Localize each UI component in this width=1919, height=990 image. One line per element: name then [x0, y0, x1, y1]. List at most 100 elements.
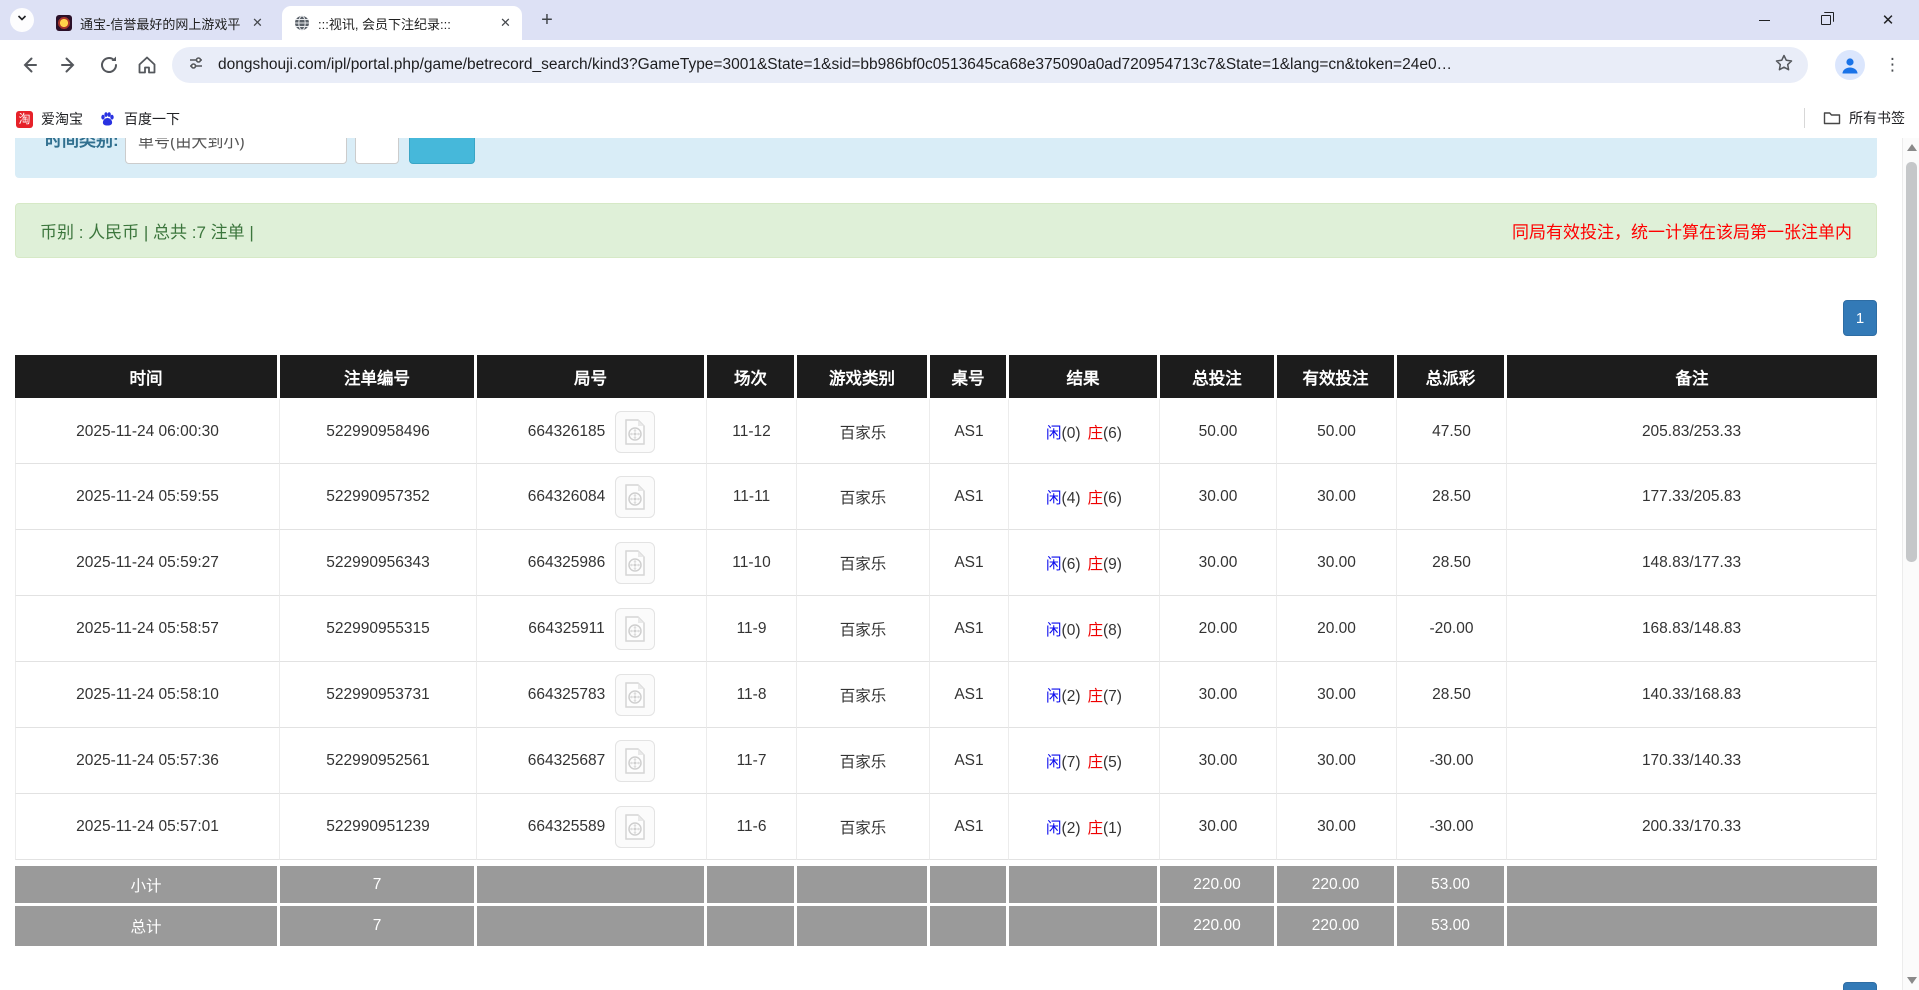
- bookmark-star-icon[interactable]: [1774, 53, 1794, 78]
- total-bet-cell[interactable]: 30.00: [1160, 794, 1277, 860]
- round-id-cell: 664325589: [477, 794, 707, 860]
- search-button[interactable]: [409, 138, 475, 164]
- column-header: 总派彩: [1397, 355, 1507, 398]
- table-id-cell: AS1: [930, 398, 1009, 464]
- pagination-page-1-bottom[interactable]: 1: [1843, 982, 1877, 990]
- window-minimize-button[interactable]: [1733, 0, 1795, 40]
- total-bet-cell[interactable]: 30.00: [1160, 662, 1277, 728]
- url-text: dongshouji.com/ipl/portal.php/game/betre…: [218, 56, 1453, 73]
- bet-id-cell: 522990952561: [280, 728, 477, 794]
- summary-bar: 币别 : 人民币 | 总共 :7 注单 | 同局有效投注，统一计算在该局第一张注…: [15, 203, 1877, 258]
- site-info-icon[interactable]: [188, 55, 204, 76]
- close-icon[interactable]: ✕: [497, 15, 514, 32]
- total-bet-cell[interactable]: 30.00: [1160, 728, 1277, 794]
- total-row-cell: 总计: [15, 903, 280, 946]
- result-cell: 闲(6) 庄(9): [1009, 530, 1160, 596]
- table-row: 2025-11-24 05:58:57 522990955315 664325911…: [15, 596, 1877, 662]
- scroll-up-icon[interactable]: [1907, 144, 1917, 151]
- scrollbar-thumb[interactable]: [1906, 162, 1917, 562]
- replay-video-icon[interactable]: [614, 607, 655, 650]
- all-bookmarks-button[interactable]: 所有书签: [1804, 108, 1905, 128]
- column-header: 局号: [477, 355, 707, 398]
- banker-score: (7): [1103, 687, 1122, 705]
- replay-video-icon[interactable]: [615, 410, 656, 453]
- total-bet-cell[interactable]: 30.00: [1160, 530, 1277, 596]
- table-row: 2025-11-24 05:58:10 522990953731 664325783…: [15, 662, 1877, 728]
- valid-bet-cell: 50.00: [1277, 398, 1397, 464]
- tab-tongbao[interactable]: 通宝-信誉最好的网上游戏平台 ✕: [44, 6, 274, 40]
- scroll-down-icon[interactable]: [1907, 977, 1917, 984]
- bookmark-baidu[interactable]: 百度一下: [91, 105, 188, 133]
- pagination-page-1[interactable]: 1: [1843, 300, 1877, 336]
- url-bar[interactable]: dongshouji.com/ipl/portal.php/game/betre…: [172, 47, 1808, 83]
- back-button[interactable]: [12, 48, 46, 82]
- subtotal-row-cell: 7: [280, 860, 477, 903]
- tab-strip: 通宝-信誉最好的网上游戏平台 ✕ :::视讯, 会员下注纪录::: ✕ + ✕: [0, 0, 1919, 40]
- close-icon[interactable]: ✕: [249, 15, 266, 32]
- bet-id-cell: 522990951239: [280, 794, 477, 860]
- new-tab-button[interactable]: +: [534, 8, 560, 34]
- player-label: 闲: [1046, 555, 1062, 573]
- player-label: 闲: [1046, 753, 1062, 771]
- replay-video-icon[interactable]: [615, 805, 656, 848]
- game-type-cell: 百家乐: [797, 596, 930, 662]
- replay-video-icon[interactable]: [615, 739, 656, 782]
- forward-button[interactable]: [52, 48, 86, 82]
- session-cell: 11-6: [707, 794, 797, 860]
- session-cell: 11-8: [707, 662, 797, 728]
- player-score: (0): [1061, 424, 1081, 442]
- table-row: 2025-11-24 05:57:36 522990952561 664325687…: [15, 728, 1877, 794]
- subtotal-row-cell: 220.00: [1160, 860, 1277, 903]
- bookmark-aitaobao[interactable]: 淘 爱淘宝: [8, 105, 91, 133]
- round-id-cell: 664326185: [477, 398, 707, 464]
- tab-search-button[interactable]: [10, 8, 34, 32]
- total-bet-cell[interactable]: 50.00: [1160, 398, 1277, 464]
- banker-label: 庄: [1087, 489, 1104, 507]
- payout-cell: 47.50: [1397, 398, 1507, 464]
- divider: [1804, 108, 1805, 128]
- game-type-cell: 百家乐: [797, 530, 930, 596]
- total-row: 总计 7 220.00 220.00 53.00: [15, 903, 1877, 946]
- table-id-cell: AS1: [930, 794, 1009, 860]
- bet-time-cell: 2025-11-24 05:57:01: [15, 794, 280, 860]
- table-id-cell: AS1: [930, 662, 1009, 728]
- person-icon: [1842, 58, 1858, 74]
- payout-cell: -30.00: [1397, 794, 1507, 860]
- back-arrow-icon: [23, 57, 37, 73]
- column-header: 有效投注: [1277, 355, 1397, 398]
- home-button[interactable]: [130, 48, 164, 82]
- baidu-paw-icon: [99, 111, 116, 128]
- banker-label: 庄: [1087, 753, 1104, 771]
- subtotal-row-cell: 220.00: [1277, 860, 1397, 903]
- sort-select[interactable]: 单号(由大到小): [125, 138, 347, 164]
- replay-video-icon[interactable]: [615, 673, 656, 716]
- total-bet-cell[interactable]: 20.00: [1160, 596, 1277, 662]
- profile-avatar[interactable]: [1835, 50, 1865, 80]
- window-restore-button[interactable]: [1795, 0, 1857, 40]
- valid-bet-cell: 20.00: [1277, 596, 1397, 662]
- replay-video-icon[interactable]: [615, 541, 656, 584]
- note-cell: 205.83/253.33: [1507, 398, 1877, 464]
- round-id-cell: 664326084: [477, 464, 707, 530]
- column-header: 游戏类别: [797, 355, 930, 398]
- browser-menu-icon[interactable]: ⋮: [1884, 49, 1901, 81]
- result-cell: 闲(2) 庄(1): [1009, 794, 1160, 860]
- replay-video-icon[interactable]: [615, 475, 656, 518]
- home-icon: [138, 56, 156, 74]
- vertical-scrollbar[interactable]: [1902, 138, 1919, 990]
- bet-time-cell: 2025-11-24 05:58:10: [15, 662, 280, 728]
- total-bet-cell[interactable]: 30.00: [1160, 464, 1277, 530]
- player-label: 闲: [1046, 424, 1062, 442]
- subtotal-row-cell: [477, 860, 707, 903]
- filter-spinner[interactable]: [355, 138, 399, 164]
- banker-label: 庄: [1087, 621, 1104, 639]
- round-id: 664325589: [527, 817, 606, 835]
- session-cell: 11-10: [707, 530, 797, 596]
- folder-icon: [1823, 110, 1841, 126]
- tab-bet-records-active[interactable]: :::视讯, 会员下注纪录::: ✕: [282, 6, 522, 40]
- round-id-cell: 664325687: [477, 728, 707, 794]
- player-score: (4): [1061, 489, 1081, 507]
- window-close-button[interactable]: ✕: [1857, 0, 1919, 40]
- reload-button[interactable]: [92, 48, 126, 82]
- session-cell: 11-12: [707, 398, 797, 464]
